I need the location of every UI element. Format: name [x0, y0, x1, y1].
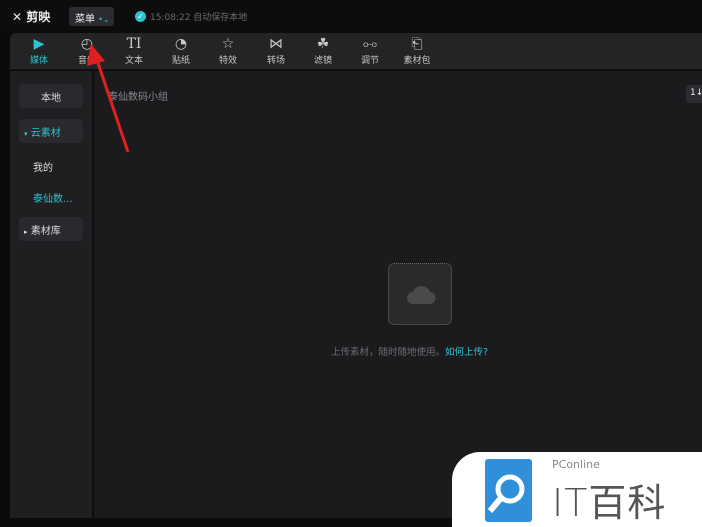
cloud-icon: [407, 285, 436, 305]
upload-hint-text: 上传素材，随时随地使用。: [331, 347, 446, 358]
tab-media[interactable]: ▶ 媒体: [19, 35, 59, 66]
package-icon: ⎗: [411, 36, 423, 52]
caret-down-icon: ▾: [24, 130, 28, 138]
sort-button[interactable]: 1↓: [686, 85, 702, 103]
filter-icon: ☘: [316, 36, 330, 52]
tab-text[interactable]: TI 文本: [114, 35, 154, 66]
adjust-icon: ⧟: [363, 36, 377, 52]
tab-transition[interactable]: ⋈ 转场: [256, 35, 296, 66]
effects-icon: ☆: [221, 36, 235, 52]
text-icon: TI: [126, 36, 142, 52]
menu-button[interactable]: 菜单 •⌄: [69, 7, 114, 26]
tab-package[interactable]: ⎗ 素材包: [397, 35, 437, 66]
breadcrumb: 泰仙数码小组: [108, 92, 168, 103]
check-icon: ✓: [135, 11, 146, 22]
watermark: PConline IT百科: [452, 452, 702, 527]
tab-sticker[interactable]: ◔ 贴纸: [161, 35, 201, 66]
tab-effects[interactable]: ☆ 特效: [208, 35, 248, 66]
tab-label: 文本: [124, 56, 143, 66]
sidebar-item-library[interactable]: ▸ 素材库: [19, 217, 83, 241]
tab-label: 调节: [360, 56, 379, 66]
sidebar-label: 素材库: [30, 226, 61, 237]
caret-right-icon: ▸: [24, 228, 28, 236]
upload-dropzone[interactable]: [388, 263, 452, 325]
tab-label: 音频: [77, 56, 96, 66]
watermark-name: IT百科: [552, 481, 667, 525]
audio-icon: ◴: [80, 36, 94, 52]
sidebar-item-local[interactable]: 本地: [19, 84, 83, 108]
tab-label: 特效: [218, 56, 237, 66]
watermark-brand: PConline: [552, 458, 600, 471]
sidebar-label: 云素材: [30, 128, 61, 139]
tab-label: 滤镜: [313, 56, 332, 66]
app-logo: ✕ 剪映: [12, 8, 50, 25]
tab-label: 转场: [266, 56, 285, 66]
sidebar-item-cloud[interactable]: ▾ 云素材: [19, 119, 83, 143]
tab-audio[interactable]: ◴ 音频: [67, 35, 107, 66]
chevron-down-icon: •⌄: [98, 15, 110, 24]
save-status-text: 15:08:22 自动保存本地: [150, 13, 248, 23]
logo-icon: ✕: [12, 10, 23, 24]
title-bar: ✕ 剪映 菜单 •⌄ ✓ 15:08:22 自动保存本地: [0, 0, 702, 32]
tab-label: 素材包: [403, 56, 431, 66]
app-name: 剪映: [26, 10, 51, 24]
toolbar: ▶ 媒体 ◴ 音频 TI 文本 ◔ 贴纸 ☆ 特效 ⋈ 转场 ☘ 滤镜 ⧟ 调节 ⎗ 素材包: [10, 33, 702, 70]
sticker-icon: ◔: [174, 36, 188, 52]
sidebar-item-team[interactable]: 泰仙数...: [19, 185, 83, 209]
save-status: ✓ 15:08:22 自动保存本地: [135, 10, 247, 23]
transition-icon: ⋈: [269, 36, 283, 52]
tab-label: 媒体: [29, 56, 48, 66]
upload-hint: 上传素材，随时随地使用。如何上传?: [331, 344, 488, 358]
how-to-upload-link[interactable]: 如何上传?: [445, 347, 488, 358]
sidebar: 本地 ▾ 云素材 我的 泰仙数... ▸ 素材库: [10, 71, 93, 518]
tab-filter[interactable]: ☘ 滤镜: [303, 35, 343, 66]
tab-adjust[interactable]: ⧟ 调节: [350, 35, 390, 66]
watermark-logo-icon: [485, 459, 532, 522]
tab-label: 贴纸: [171, 56, 190, 66]
menu-label: 菜单: [75, 14, 95, 25]
main-panel: 泰仙数码小组 1↓ 上传素材，随时随地使用。如何上传?: [94, 71, 702, 518]
media-icon: ▶: [33, 36, 45, 52]
sidebar-item-mine[interactable]: 我的: [19, 154, 83, 178]
